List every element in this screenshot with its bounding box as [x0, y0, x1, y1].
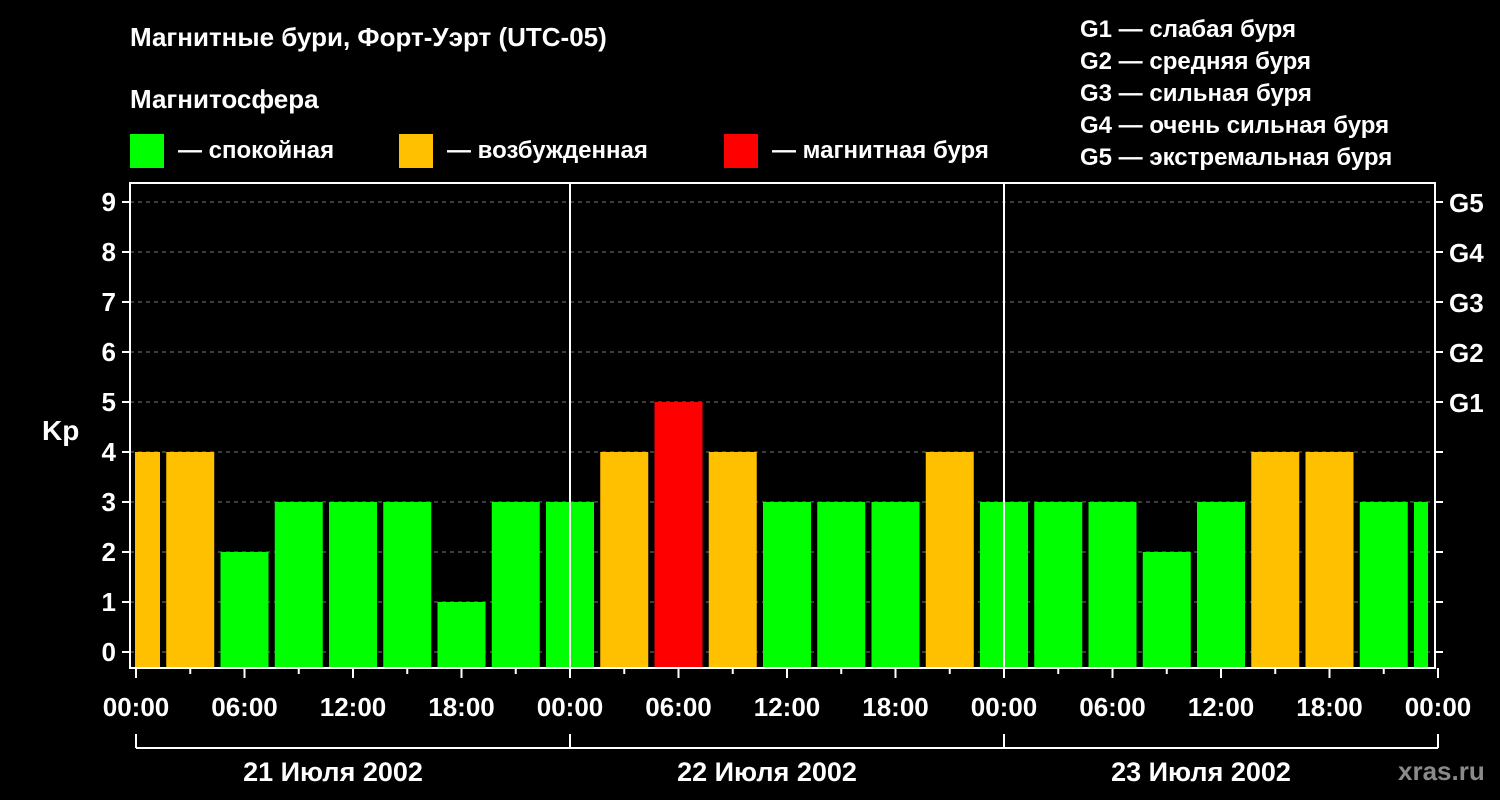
y-tick-label: 8: [102, 237, 116, 267]
watermark: xras.ru: [1398, 756, 1485, 786]
day-label: 22 Июля 2002: [677, 757, 857, 787]
g-scale-label: G1: [1449, 388, 1484, 418]
x-tick-label: 00:00: [1405, 692, 1472, 722]
kp-bar: [329, 502, 377, 668]
kp-bar: [1251, 452, 1300, 668]
x-tick-label: 00:00: [537, 692, 604, 722]
kp-bar: [491, 502, 540, 668]
kp-bar: [166, 452, 215, 668]
g-scale-label: G5: [1449, 188, 1484, 218]
x-tick-label: 12:00: [754, 692, 821, 722]
y-tick-label: 6: [102, 337, 116, 367]
kp-bar-chart: 0 1 2 3 4 5 6 7 8 9 G1 G2 G3 G4 G5 Kp 00:00 06:00 12:00 18:…: [42, 182, 1484, 787]
x-tick-label: 18:00: [428, 692, 495, 722]
y-axis-label: Kp: [42, 415, 79, 446]
x-tick-label: 12:00: [320, 692, 387, 722]
kp-bar: [1359, 502, 1408, 668]
kp-bar: [1142, 552, 1191, 668]
y-tick-label: 5: [102, 387, 116, 417]
kp-bar: [871, 502, 920, 668]
kp-bar: [654, 402, 703, 668]
kp-bar: [383, 502, 432, 668]
x-tick-label: 00:00: [103, 692, 170, 722]
y-tick-label: 7: [102, 287, 116, 317]
g-scale-label: G3: [1449, 288, 1484, 318]
y-tick-label: 0: [102, 637, 116, 667]
kp-bar: [274, 502, 323, 668]
x-tick-label: 18:00: [862, 692, 929, 722]
kp-bar: [1088, 502, 1137, 668]
kp-bar: [708, 452, 757, 668]
kp-bar: [135, 452, 160, 668]
kp-bar: [1305, 452, 1354, 668]
kp-bar: [817, 502, 866, 668]
x-tick-label: 18:00: [1296, 692, 1363, 722]
kp-bar: [925, 452, 974, 668]
x-tick-label: 06:00: [1079, 692, 1146, 722]
x-tick-label: 00:00: [971, 692, 1038, 722]
y-tick-label: 2: [102, 537, 116, 567]
day-label: 21 Июля 2002: [243, 757, 423, 787]
kp-bar: [763, 502, 811, 668]
x-tick-label: 06:00: [645, 692, 712, 722]
kp-bar: [437, 602, 486, 668]
x-tick-label: 06:00: [211, 692, 278, 722]
kp-bar: [1197, 502, 1245, 668]
y-tick-label: 9: [102, 187, 116, 217]
day-label: 23 Июля 2002: [1111, 757, 1291, 787]
x-tick-label: 12:00: [1188, 692, 1255, 722]
y-tick-label: 3: [102, 487, 116, 517]
kp-bar: [1034, 502, 1083, 668]
y-tick-label: 1: [102, 587, 116, 617]
g-scale-label: G4: [1449, 238, 1484, 268]
kp-bar: [220, 552, 269, 668]
kp-bar: [1414, 502, 1428, 668]
kp-bar: [600, 452, 649, 668]
g-scale-label: G2: [1449, 338, 1484, 368]
y-tick-label: 4: [102, 437, 117, 467]
